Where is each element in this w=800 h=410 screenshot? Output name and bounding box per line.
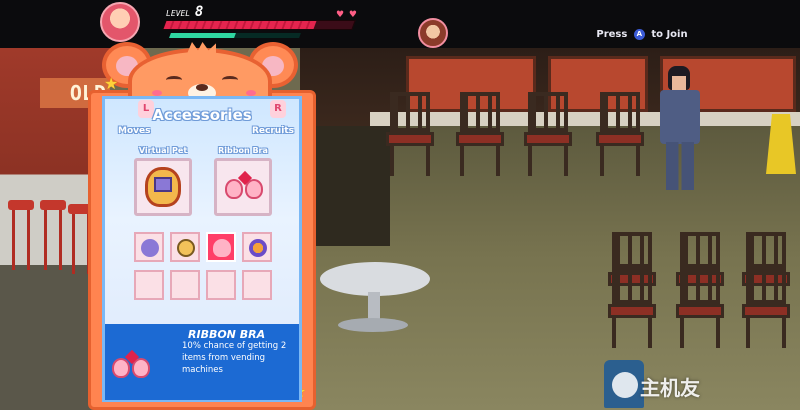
special-bar [169,33,301,38]
inventory-slot-empty[interactable] [170,270,200,300]
special-bar-fill [169,33,236,38]
a-button-icon: A [633,28,645,40]
ribbon-bra-icon [225,170,265,203]
tab-moves[interactable]: Moves [118,126,150,136]
inventory-slot-empty[interactable] [242,270,272,300]
diner-counter [370,112,800,126]
player-hud: LEVEL 8 ♥ ♥ [100,0,448,48]
bar-stool [8,200,34,270]
join-press-text: Press [596,29,628,40]
chair [742,264,790,348]
pet-toy-icon [141,239,159,257]
inventory-slot[interactable] [170,232,200,262]
health-bar [162,20,356,30]
watermark: 主机友 [640,376,700,400]
health-bar-fill [163,21,317,29]
chair [608,264,656,348]
join-to-join-text: to Join [651,29,688,40]
bead-bracelet-icon [249,239,267,257]
press-to-join-prompt: Press A to Join [532,26,752,44]
level-value: 8 [194,4,204,20]
hearts-icon: ♥ ♥ [336,10,358,20]
accessories-panel: ★ ★ ★ L R Accessories Moves Recruits Vir… [88,42,316,410]
suited-npc [656,66,704,190]
chair [456,92,504,176]
mirror-icon [177,239,195,257]
bar-stool [40,200,66,270]
equipped-slot-label: Virtual Pet [138,146,188,155]
chair [596,92,644,176]
ribbon-bra-icon [112,349,152,384]
round-table-base [338,318,408,332]
chair [676,264,724,348]
inventory-slot[interactable] [134,232,164,262]
chair [524,92,572,176]
selected-item-description: 10% chance of getting 2 items from vendi… [182,341,287,375]
level-display: LEVEL 8 [166,4,203,20]
ribbon-bra-icon [213,239,231,257]
gamepad-logo-icon [612,372,638,398]
tab-recruits[interactable]: Recruits [252,126,294,136]
partner-portrait [418,18,448,48]
panel-title: Accessories [152,106,252,124]
star-icon: ★ [104,74,119,93]
virtual-pet-icon [145,167,181,207]
round-table [320,262,430,296]
equipped-slot-1[interactable] [134,158,192,216]
player-portrait [100,2,140,42]
chair [386,92,434,176]
inventory-slot[interactable] [242,232,272,262]
inventory-slot-selected[interactable] [206,232,236,262]
inventory-slot-empty[interactable] [206,270,236,300]
inventory-slot-empty[interactable] [134,270,164,300]
equipped-slot-2[interactable] [214,158,272,216]
level-label: LEVEL [166,9,191,18]
equipped-slot-label: Ribbon Bra [218,146,268,155]
